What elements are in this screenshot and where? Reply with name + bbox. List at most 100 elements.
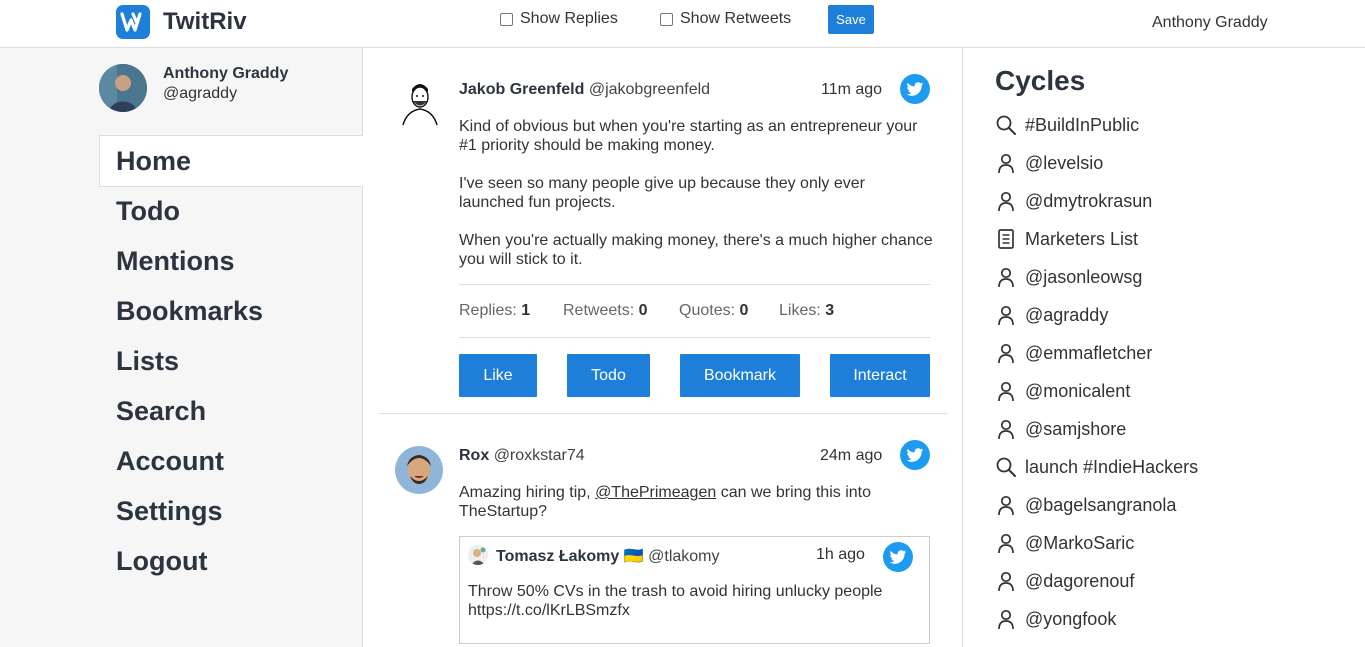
mention-link[interactable]: @ThePrimeagen bbox=[595, 484, 716, 501]
user-icon bbox=[995, 494, 1017, 516]
search-icon bbox=[995, 456, 1017, 478]
stat-quotes-label: Quotes: bbox=[679, 302, 736, 319]
cycle-item[interactable]: @samjshore bbox=[995, 417, 1126, 441]
app-logo-icon[interactable] bbox=[116, 5, 150, 39]
interact-button[interactable]: Interact bbox=[830, 354, 930, 397]
cycle-item[interactable]: @agraddy bbox=[995, 303, 1108, 327]
twitter-bird-icon[interactable] bbox=[900, 440, 930, 470]
cycle-item-label: #BuildInPublic bbox=[1025, 114, 1140, 135]
stat-likes: Likes: 3 bbox=[779, 302, 834, 320]
nav-item-bookmarks[interactable]: Bookmarks bbox=[116, 296, 263, 327]
quoted-tweet-time[interactable]: 1h ago bbox=[816, 546, 865, 564]
search-icon bbox=[995, 114, 1017, 136]
twitter-bird-icon[interactable] bbox=[883, 542, 913, 572]
divider bbox=[459, 337, 930, 338]
cycle-item[interactable]: @emmafletcher bbox=[995, 341, 1152, 365]
user-icon bbox=[995, 190, 1017, 212]
tweet-text-paragraph-3: When you're actually making money, there… bbox=[459, 232, 933, 268]
cycle-item[interactable]: @dagorenouf bbox=[995, 569, 1134, 593]
divider bbox=[459, 284, 930, 285]
tweet-header: Rox @roxkstar74 bbox=[459, 447, 585, 465]
quoted-tweet-header: Tomasz Łakomy 🇺🇦 @tlakomy bbox=[496, 546, 720, 566]
tweet-time[interactable]: 24m ago bbox=[820, 447, 882, 465]
stat-replies-count: 1 bbox=[521, 302, 531, 319]
top-bar: TwitRiv Show Replies Show Retweets Save … bbox=[0, 0, 1365, 48]
bookmark-button[interactable]: Bookmark bbox=[680, 354, 800, 397]
show-retweets-label: Show Retweets bbox=[680, 10, 792, 27]
tweet-author-handle[interactable]: @roxkstar74 bbox=[494, 447, 585, 464]
cycle-item[interactable]: @levelsio bbox=[995, 151, 1103, 175]
quoted-author-avatar[interactable] bbox=[468, 545, 488, 565]
cycle-item[interactable]: @yongfook bbox=[995, 607, 1116, 631]
stat-quotes-count: 0 bbox=[739, 302, 749, 319]
user-icon bbox=[995, 380, 1017, 402]
cycle-item[interactable]: @jasonleowsg bbox=[995, 265, 1142, 289]
cycle-item[interactable]: launch #IndieHackers bbox=[995, 455, 1198, 479]
quoted-author-name[interactable]: Tomasz Łakomy 🇺🇦 bbox=[496, 548, 644, 565]
stat-quotes: Quotes: 0 bbox=[679, 302, 748, 320]
list-icon bbox=[995, 228, 1017, 250]
cycle-item-label: @MarkoSaric bbox=[1025, 532, 1135, 553]
show-retweets-toggle[interactable]: Show Retweets bbox=[660, 10, 791, 28]
user-icon bbox=[995, 342, 1017, 364]
nav-item-mentions[interactable]: Mentions bbox=[116, 246, 235, 277]
stat-likes-label: Likes: bbox=[779, 302, 821, 319]
tweet-author-name[interactable]: Rox bbox=[459, 447, 489, 464]
tweet-author-avatar[interactable] bbox=[395, 446, 443, 494]
nav-item-todo[interactable]: Todo bbox=[116, 196, 180, 227]
cycle-item[interactable]: @monicalent bbox=[995, 379, 1130, 403]
cycle-item[interactable]: Marketers List bbox=[995, 227, 1138, 251]
cycle-item-label: @levelsio bbox=[1025, 152, 1104, 173]
nav-item-logout[interactable]: Logout bbox=[116, 546, 207, 577]
tweet-header: Jakob Greenfeld @jakobgreenfeld bbox=[459, 81, 710, 99]
user-icon bbox=[995, 532, 1017, 554]
show-replies-toggle[interactable]: Show Replies bbox=[500, 10, 618, 28]
user-icon bbox=[995, 266, 1017, 288]
stat-replies-label: Replies: bbox=[459, 302, 517, 319]
cycle-item-label: launch #IndieHackers bbox=[1025, 456, 1199, 477]
profile-avatar[interactable] bbox=[99, 64, 147, 112]
nav-item-account[interactable]: Account bbox=[116, 446, 224, 477]
save-button[interactable]: Save bbox=[828, 5, 874, 34]
nav-item-home[interactable]: Home bbox=[116, 146, 191, 177]
cycle-item[interactable]: @MarkoSaric bbox=[995, 531, 1134, 555]
tweet-author-handle[interactable]: @jakobgreenfeld bbox=[589, 81, 710, 98]
cycle-item-label: @jasonleowsg bbox=[1025, 266, 1143, 287]
show-retweets-checkbox[interactable] bbox=[660, 12, 673, 26]
stat-retweets: Retweets: 0 bbox=[563, 302, 648, 320]
cycle-item[interactable]: @dmytrokrasun bbox=[995, 189, 1152, 213]
user-icon bbox=[995, 608, 1017, 630]
profile-handle: @agraddy bbox=[163, 85, 238, 102]
quoted-author-handle[interactable]: @tlakomy bbox=[648, 548, 719, 565]
nav-item-settings[interactable]: Settings bbox=[116, 496, 223, 527]
tweet-text-before: Amazing hiring tip, bbox=[459, 484, 596, 501]
cycles-title: Cycles bbox=[995, 65, 1086, 96]
tweet-author-name[interactable]: Jakob Greenfeld bbox=[459, 81, 584, 98]
cycle-item-label: @emmafletcher bbox=[1025, 342, 1153, 363]
tweet-text-paragraph-1: Kind of obvious but when you're starting… bbox=[459, 118, 918, 154]
stat-likes-count: 3 bbox=[825, 302, 835, 319]
todo-button[interactable]: Todo bbox=[567, 354, 650, 397]
tweet-text-paragraph-2: I've seen so many people give up because… bbox=[459, 175, 865, 211]
nav-item-search[interactable]: Search bbox=[116, 396, 206, 427]
cycle-item-label: @yongfook bbox=[1025, 608, 1117, 629]
cycle-item[interactable]: #BuildInPublic bbox=[995, 113, 1139, 137]
user-icon bbox=[995, 152, 1017, 174]
user-icon bbox=[995, 304, 1017, 326]
like-button[interactable]: Like bbox=[459, 354, 537, 397]
show-replies-label: Show Replies bbox=[520, 10, 618, 27]
header-user-name[interactable]: Anthony Graddy bbox=[1152, 14, 1268, 32]
tweet-author-avatar[interactable] bbox=[399, 79, 441, 127]
tweet-time[interactable]: 11m ago bbox=[821, 81, 882, 99]
stat-retweets-count: 0 bbox=[638, 302, 648, 319]
profile-name: Anthony Graddy bbox=[163, 65, 289, 82]
twitter-bird-icon[interactable] bbox=[900, 74, 930, 104]
show-replies-checkbox[interactable] bbox=[500, 12, 513, 26]
app-name[interactable]: TwitRiv bbox=[163, 8, 247, 36]
stat-retweets-label: Retweets: bbox=[563, 302, 635, 319]
tweet-separator bbox=[379, 413, 947, 414]
cycle-item-label: @samjshore bbox=[1025, 418, 1127, 439]
nav-item-lists[interactable]: Lists bbox=[116, 346, 179, 377]
tweet-text: Amazing hiring tip, @ThePrimeagen can we… bbox=[459, 483, 929, 521]
cycle-item[interactable]: @bagelsangranola bbox=[995, 493, 1176, 517]
